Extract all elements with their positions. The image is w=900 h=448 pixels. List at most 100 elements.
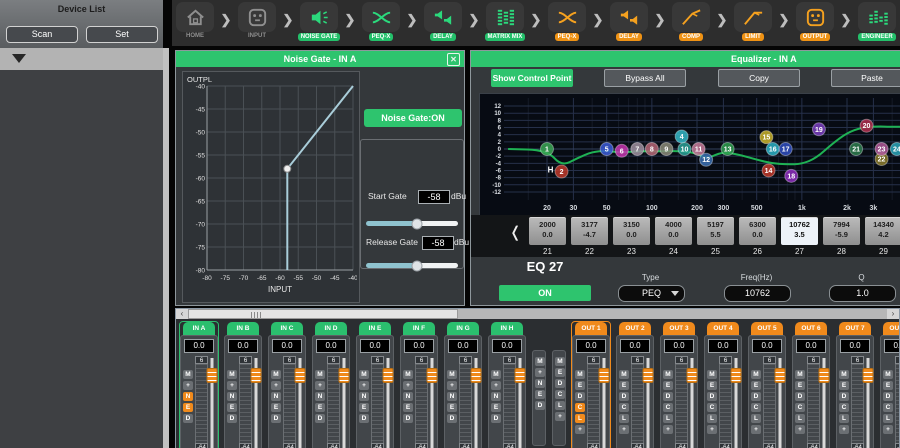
- channel-tab[interactable]: OUT 8: [883, 322, 900, 335]
- master-button[interactable]: L: [555, 401, 565, 410]
- eq-point-17[interactable]: 17: [779, 143, 792, 156]
- delay-button[interactable]: D: [575, 392, 585, 401]
- gain-value[interactable]: 0.0: [448, 339, 478, 353]
- gain-value[interactable]: 0.0: [884, 339, 900, 353]
- channel-fader[interactable]: [732, 356, 739, 448]
- band-box-28[interactable]: 7994-5.9: [823, 217, 860, 245]
- delay-button[interactable]: D: [227, 414, 237, 423]
- delay-button[interactable]: D: [315, 414, 325, 423]
- band-box-25[interactable]: 51975.5: [697, 217, 734, 245]
- eq-button[interactable]: E: [575, 381, 585, 390]
- eq-point-6[interactable]: 6: [615, 144, 628, 157]
- channel-fader[interactable]: [820, 356, 827, 448]
- eq-point-20[interactable]: 20: [860, 119, 873, 132]
- eq-point-5[interactable]: 5: [600, 143, 613, 156]
- start-gate-slider[interactable]: [366, 221, 458, 226]
- delay-button[interactable]: D: [663, 392, 673, 401]
- mute-button[interactable]: M: [183, 370, 193, 379]
- mixer-scrollbar-thumb[interactable]: [188, 309, 458, 319]
- channel-tab[interactable]: OUT 2: [619, 322, 651, 335]
- toolbar-item-peq-x[interactable]: PEQ-X: [544, 0, 590, 41]
- release-gate-slider-knob[interactable]: [411, 260, 422, 271]
- toolbar-item-limit[interactable]: LIMIT: [730, 0, 776, 41]
- fader-handle[interactable]: [250, 368, 261, 383]
- channel-fader[interactable]: [208, 356, 215, 448]
- eq-point-1[interactable]: 1: [541, 143, 554, 156]
- tree-expand-icon[interactable]: [12, 54, 26, 63]
- toolbar-item-matrix-mix[interactable]: MATRIX MIX: [482, 0, 528, 41]
- channel-tab[interactable]: OUT 1: [575, 322, 607, 335]
- band-box-27[interactable]: 107623.5: [781, 217, 818, 245]
- bypass-all-button[interactable]: Bypass All: [604, 69, 686, 87]
- eq-button[interactable]: E: [491, 403, 501, 412]
- mixer-scrollbar[interactable]: [176, 309, 899, 319]
- link-button[interactable]: +: [707, 425, 717, 434]
- delay-button[interactable]: D: [839, 392, 849, 401]
- channel-tab[interactable]: IN H: [491, 322, 523, 335]
- eq-point-14[interactable]: 14: [762, 164, 775, 177]
- fader-handle[interactable]: [514, 368, 525, 383]
- eq-button[interactable]: E: [707, 381, 717, 390]
- mute-button[interactable]: M: [839, 370, 849, 379]
- delay-button[interactable]: D: [447, 414, 457, 423]
- master-button[interactable]: E: [535, 390, 545, 399]
- eq-point-24[interactable]: 24: [890, 143, 900, 156]
- comp-button[interactable]: C: [751, 403, 761, 412]
- mute-button[interactable]: M: [751, 370, 761, 379]
- comp-button[interactable]: C: [839, 403, 849, 412]
- noise-gate-power-button[interactable]: Noise Gate:ON: [364, 109, 462, 127]
- channel-fader[interactable]: [644, 356, 651, 448]
- noisegate-button[interactable]: N: [315, 392, 325, 401]
- limit-button[interactable]: L: [663, 414, 673, 423]
- eq-point-23[interactable]: 23: [875, 143, 888, 156]
- fader-handle[interactable]: [426, 368, 437, 383]
- channel-fader[interactable]: [600, 356, 607, 448]
- delay-button[interactable]: D: [883, 392, 893, 401]
- fader-handle[interactable]: [730, 368, 741, 383]
- eq-button[interactable]: E: [839, 381, 849, 390]
- show-control-point-button[interactable]: Show Control Point: [491, 69, 573, 87]
- gain-value[interactable]: 0.0: [492, 339, 522, 353]
- noisegate-button[interactable]: N: [447, 392, 457, 401]
- channel-fader[interactable]: [428, 356, 435, 448]
- gain-value[interactable]: 0.0: [664, 339, 694, 353]
- delay-button[interactable]: D: [403, 414, 413, 423]
- eq-button[interactable]: E: [315, 403, 325, 412]
- master-button[interactable]: M: [535, 357, 545, 366]
- link-button[interactable]: +: [839, 425, 849, 434]
- paste-button[interactable]: Paste: [831, 69, 900, 87]
- limit-button[interactable]: L: [751, 414, 761, 423]
- eq-point-10[interactable]: 10: [678, 143, 691, 156]
- channel-tab[interactable]: OUT 5: [751, 322, 783, 335]
- fader-handle[interactable]: [470, 368, 481, 383]
- scan-button[interactable]: Scan: [6, 26, 78, 43]
- delay-button[interactable]: D: [707, 392, 717, 401]
- comp-button[interactable]: C: [575, 403, 585, 412]
- gain-value[interactable]: 0.0: [404, 339, 434, 353]
- band-box-22[interactable]: 3177-4.7: [571, 217, 608, 245]
- fader-handle[interactable]: [818, 368, 829, 383]
- link-button[interactable]: +: [183, 381, 193, 390]
- gain-value[interactable]: 0.0: [360, 339, 390, 353]
- gain-value[interactable]: 0.0: [184, 339, 214, 353]
- band-box-23[interactable]: 31500.0: [613, 217, 650, 245]
- comp-button[interactable]: C: [795, 403, 805, 412]
- mute-button[interactable]: M: [619, 370, 629, 379]
- scroll-left-icon[interactable]: [176, 309, 188, 319]
- channel-tab[interactable]: IN A: [183, 322, 215, 335]
- delay-button[interactable]: D: [271, 414, 281, 423]
- eq-point-7[interactable]: 7: [631, 143, 644, 156]
- gain-value[interactable]: 0.0: [228, 339, 258, 353]
- channel-fader[interactable]: [776, 356, 783, 448]
- eq-button[interactable]: E: [227, 403, 237, 412]
- eq-button[interactable]: E: [403, 403, 413, 412]
- comp-button[interactable]: C: [707, 403, 717, 412]
- delay-button[interactable]: D: [619, 392, 629, 401]
- eq-on-button[interactable]: ON: [499, 285, 591, 301]
- link-button[interactable]: +: [575, 425, 585, 434]
- mute-button[interactable]: M: [403, 370, 413, 379]
- gain-value[interactable]: 0.0: [620, 339, 650, 353]
- limit-button[interactable]: L: [795, 414, 805, 423]
- channel-tab[interactable]: IN B: [227, 322, 259, 335]
- release-gate-slider[interactable]: [366, 263, 458, 268]
